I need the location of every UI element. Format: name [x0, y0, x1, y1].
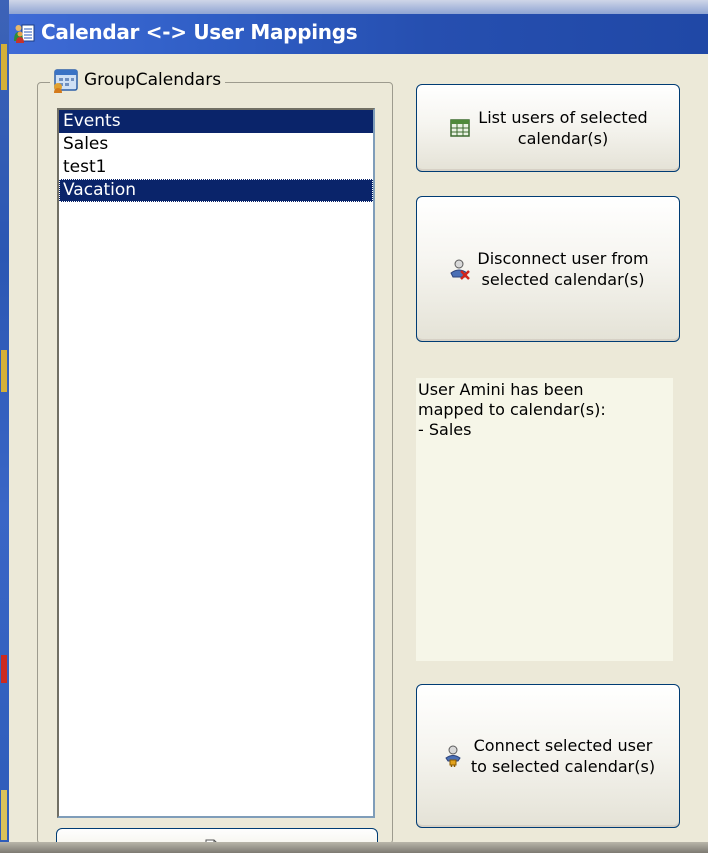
- background-marker: [1, 44, 7, 90]
- disconnect-user-button[interactable]: Disconnect user from selected calendar(s…: [416, 196, 680, 342]
- list-item-sales[interactable]: Sales: [59, 133, 373, 156]
- calendar-listbox[interactable]: Events Sales test1 Vacation: [57, 108, 375, 818]
- window-title: Calendar <-> User Mappings: [41, 20, 358, 44]
- title-bar-top-edge: [9, 0, 708, 14]
- groupbox-header: GroupCalendars: [50, 64, 226, 96]
- calendar-users-icon: [14, 24, 35, 43]
- user-connect-icon: [445, 745, 461, 767]
- connect-label-line2: to selected calendar(s): [470, 757, 656, 776]
- list-users-button[interactable]: List users of selected calendar(s): [416, 84, 680, 172]
- connect-label-line1: Connect selected user: [473, 736, 653, 755]
- mapping-status-panel: User Amini has been mapped to calendar(s…: [416, 378, 673, 661]
- title-bar[interactable]: Calendar <-> User Mappings: [9, 14, 708, 54]
- background-marker: [1, 790, 7, 840]
- list-item-vacation[interactable]: Vacation: [59, 179, 373, 202]
- background-marker: [1, 655, 7, 683]
- calendar-user-mappings-window: Calendar <-> User Mappings GroupCalendar…: [0, 0, 708, 853]
- user-remove-icon: [450, 259, 471, 280]
- disconnect-label-line1: Disconnect user from: [477, 249, 649, 268]
- list-users-label-line2: calendar(s): [517, 129, 609, 148]
- table-grid-icon: [450, 119, 471, 137]
- list-item-test1[interactable]: test1: [59, 156, 373, 179]
- background-window-edge: [0, 0, 9, 853]
- window-bottom-edge: [0, 842, 708, 853]
- connect-user-button[interactable]: Connect selected user to selected calend…: [416, 684, 680, 828]
- disconnect-label-line2: selected calendar(s): [481, 270, 645, 289]
- list-users-label-line1: List users of selected: [478, 108, 648, 127]
- list-item-events[interactable]: Events: [59, 110, 373, 133]
- groupbox-label: GroupCalendars: [84, 70, 222, 90]
- group-calendar-icon: [54, 69, 78, 93]
- background-marker: [1, 350, 7, 392]
